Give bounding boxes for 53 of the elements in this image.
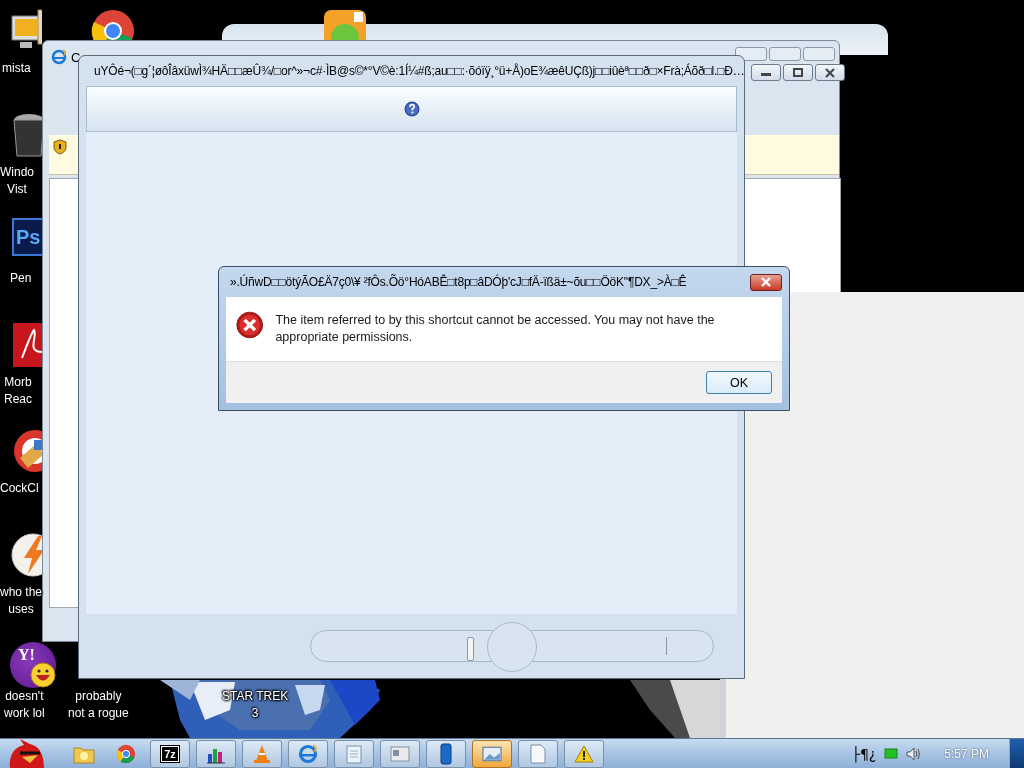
globe-icon xyxy=(298,743,318,764)
document-icon xyxy=(530,743,546,764)
close-button[interactable] xyxy=(750,273,782,291)
taskbar-button[interactable] xyxy=(196,739,236,768)
desktop-icon-label[interactable]: CockCl xyxy=(0,480,39,497)
taskbar-button[interactable]: 7z xyxy=(150,739,190,768)
desktop-icon-label[interactable]: Morb Reac xyxy=(4,374,32,408)
warning-icon xyxy=(574,744,594,763)
close-icon xyxy=(759,277,773,287)
desktop-icon-label[interactable]: doesn't work lol xyxy=(4,688,45,722)
taskbar-button[interactable] xyxy=(288,739,328,768)
error-message: The item referred to by this shortcut cannot be accessed. You may not have the appropriate permissions. xyxy=(275,312,716,346)
messenger-icon[interactable]: Y! xyxy=(10,642,56,688)
zoom-slider-handle[interactable] xyxy=(467,637,474,661)
error-icon xyxy=(236,309,264,341)
desktop-icon-label[interactable]: probably not a rogue xyxy=(68,688,129,722)
dialog-title: ».ÚñwD□□ötýÃO£Ä7ç0\¥ ²fÔs.Õö°HóABÊ□t8p□âDÓþ'cJ□fÄ-ïßä±~õu□□ÖöK"¶DX_>À□Ê xyxy=(230,275,687,289)
trash-icon[interactable] xyxy=(12,112,42,158)
volume-icon[interactable] xyxy=(906,746,923,761)
pdf-icon[interactable] xyxy=(12,322,42,368)
window-title: uYÔé¬(□g´¦øôÎâxüwÌ¾HÄ□□æÛ¾/□or^»¬c#·ÌB@s©*°V©è:1Í¼#ß;au□□:·õóïÿ¸°ü+Å)oE¾æêUÇß)j□□iûèª□□ð□×Frà;Áõð□l.□Ð… xyxy=(94,64,745,78)
phone-icon xyxy=(439,742,453,765)
shield-icon xyxy=(53,139,67,155)
maximize-icon xyxy=(790,67,805,78)
pig-icon[interactable] xyxy=(322,8,368,40)
photoshop-icon[interactable]: Ps xyxy=(12,218,42,256)
desktop-icon-label[interactable]: Windo Vist xyxy=(0,164,34,198)
window-title: C xyxy=(71,49,81,65)
taskbar-button[interactable] xyxy=(242,739,282,768)
ok-button[interactable]: OK xyxy=(706,371,772,394)
window-icon xyxy=(390,744,410,763)
show-desktop-button[interactable] xyxy=(1009,739,1024,768)
minimize-button[interactable] xyxy=(750,64,781,81)
maximize-button[interactable] xyxy=(782,64,813,81)
desktop-icon-label[interactable]: mista xyxy=(2,60,31,77)
taskbar-button[interactable] xyxy=(380,739,420,768)
close-button[interactable] xyxy=(814,64,845,81)
browser-icon xyxy=(116,743,136,764)
desktop-icon-label[interactable]: who the uses xyxy=(0,584,43,618)
traffic-cone-icon xyxy=(252,743,272,764)
taskbar-button[interactable] xyxy=(564,739,604,768)
notepad-icon xyxy=(345,743,363,764)
desktop-icon-label[interactable]: Pen xyxy=(10,270,32,287)
close-icon xyxy=(822,67,837,78)
taskbar-button[interactable] xyxy=(518,739,558,768)
globe-icon[interactable] xyxy=(51,49,67,65)
taskbar-button[interactable] xyxy=(334,739,374,768)
language-indicator[interactable]: ├¶¿ xyxy=(851,745,877,762)
taskbar-button[interactable] xyxy=(472,739,512,768)
taskbar-button[interactable] xyxy=(426,739,466,768)
help-icon[interactable] xyxy=(403,101,420,117)
picture-icon xyxy=(481,744,503,763)
archive-icon: 7z xyxy=(161,745,179,762)
